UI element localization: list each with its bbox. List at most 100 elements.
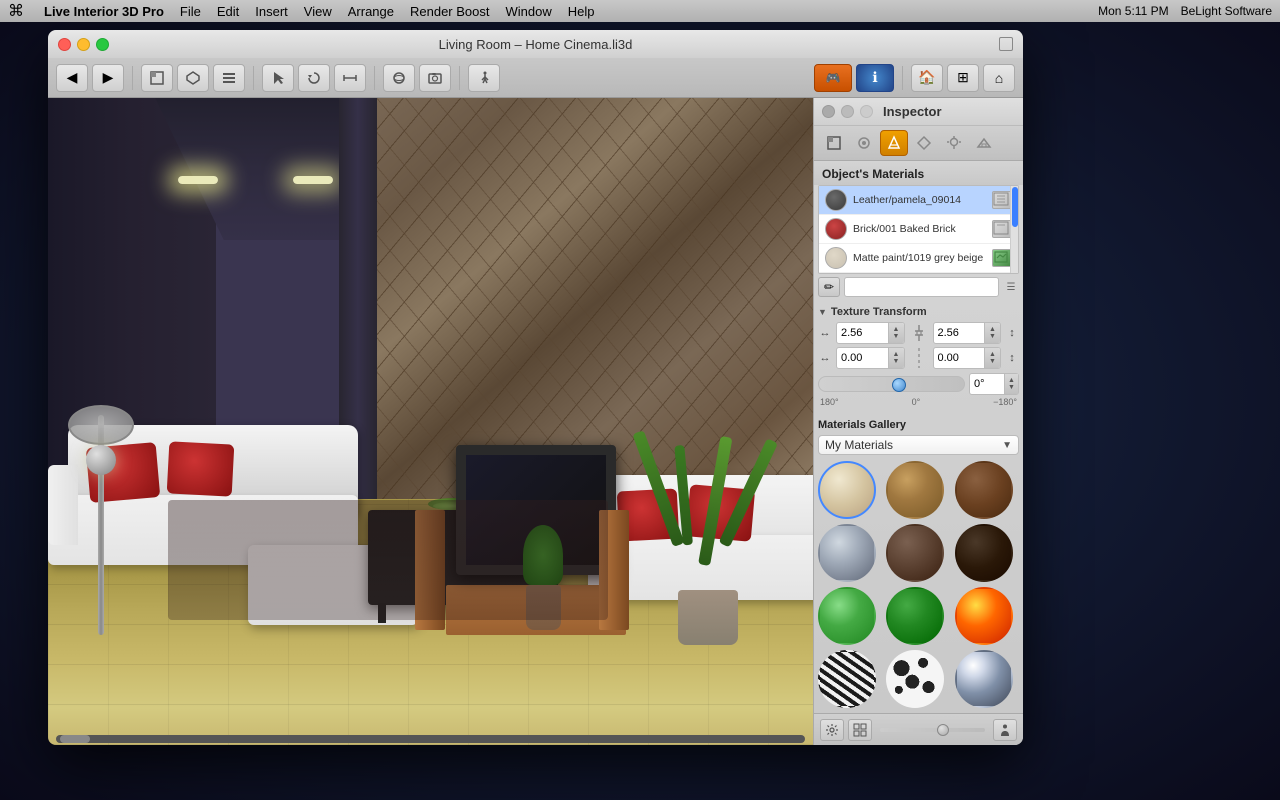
inspector-grid-btn[interactable] [848, 719, 872, 741]
window-resize-handle[interactable] [999, 37, 1013, 51]
rotation-stepper[interactable]: ▲ ▼ [1004, 374, 1018, 394]
offset-x-stepper[interactable]: ▲ ▼ [888, 348, 904, 368]
menubar-help[interactable]: Help [568, 4, 595, 19]
offset-x-input-wrap: ▲ ▼ [836, 347, 905, 369]
offset-x-input[interactable] [837, 348, 888, 368]
gallery-item-very-dark[interactable] [955, 524, 1013, 582]
texture-transform-title: Texture Transform [831, 306, 927, 318]
material-pencil-btn[interactable]: ✏ [818, 277, 840, 297]
viewport-scrollbar[interactable] [56, 735, 805, 743]
tab-object[interactable] [850, 130, 878, 156]
menubar-render-boost[interactable]: Render Boost [410, 4, 490, 19]
gallery-dropdown-label: My Materials [825, 438, 1002, 452]
toolbar-select-btn[interactable] [262, 64, 294, 92]
tab-home[interactable] [820, 130, 848, 156]
scale-x-stepper[interactable]: ▲ ▼ [888, 323, 904, 343]
tab-material[interactable] [880, 130, 908, 156]
offset-y-stepper[interactable]: ▲ ▼ [984, 348, 1000, 368]
gallery-size-thumb[interactable] [937, 724, 949, 736]
collapse-triangle-icon[interactable]: ▼ [818, 307, 827, 317]
toolbar-measure-btn[interactable] [334, 64, 366, 92]
window-minimize-button[interactable] [77, 38, 90, 51]
toolbar-forward-btn[interactable]: ▶ [92, 64, 124, 92]
scale-x-input-wrap: ▲ ▼ [836, 322, 905, 344]
tab-light[interactable] [940, 130, 968, 156]
toolbar-floor-btn[interactable]: 🏠 [911, 64, 943, 92]
menubar-window[interactable]: Window [506, 4, 552, 19]
scale-y-input[interactable] [934, 323, 985, 343]
gallery-dropdown[interactable]: My Materials ▼ [818, 435, 1019, 455]
gallery-item-dark-metal[interactable] [886, 524, 944, 582]
gallery-item-fire[interactable] [955, 587, 1013, 645]
gallery-item-metal[interactable] [818, 524, 876, 582]
menubar-file[interactable]: File [180, 4, 201, 19]
toolbar-camera-btn[interactable] [419, 64, 451, 92]
toolbar-orbit-btn[interactable] [383, 64, 415, 92]
rotation-input[interactable] [970, 374, 1004, 394]
scale-x-input[interactable] [837, 323, 888, 343]
scale-y-stepper[interactable]: ▲ ▼ [984, 323, 1000, 343]
toolbar-rotate-btn[interactable] [298, 64, 330, 92]
inspector-tl-2[interactable] [841, 105, 854, 118]
scale-y-label: ↕ [1005, 327, 1019, 339]
toolbar-fullscreen-btn[interactable]: ⌂ [983, 64, 1015, 92]
inspector-settings-btn[interactable] [820, 719, 844, 741]
offset-x-label: ↔ [818, 352, 832, 364]
texture-transform-label: ▼ Texture Transform [818, 304, 1019, 322]
gallery-item-green[interactable] [818, 587, 876, 645]
material-search-input[interactable] [844, 277, 999, 297]
material-name-1: Leather/pamela_09014 [853, 194, 986, 206]
toolbar-plan-btn[interactable] [141, 64, 173, 92]
toolbar-walkaround-btn[interactable] [468, 64, 500, 92]
toolbar-3dview-btn[interactable]: ⊞ [947, 64, 979, 92]
toolbar-info-btn[interactable]: ℹ [856, 64, 894, 92]
window-maximize-button[interactable] [96, 38, 109, 51]
inspector-person-btn[interactable] [993, 719, 1017, 741]
materials-scroll-thumb[interactable] [1012, 187, 1018, 227]
gallery-item-oak[interactable] [886, 461, 944, 519]
material-icon-3 [992, 249, 1012, 267]
apple-icon[interactable]: ⌘ [8, 1, 24, 21]
gallery-item-dalmatian[interactable] [886, 650, 944, 708]
window-close-button[interactable] [58, 38, 71, 51]
menubar-insert[interactable]: Insert [255, 4, 288, 19]
materials-scrollbar[interactable] [1010, 186, 1018, 273]
toolbar-list-btn[interactable] [213, 64, 245, 92]
material-item-1[interactable]: Leather/pamela_09014 [819, 186, 1018, 215]
gallery-item-dark-green[interactable] [886, 587, 944, 645]
menubar-app-name[interactable]: Live Interior 3D Pro [44, 4, 164, 19]
material-item-2[interactable]: Brick/001 Baked Brick [819, 215, 1018, 244]
inspector-tabs [814, 126, 1023, 161]
gallery-item-zebra[interactable] [818, 650, 876, 708]
gallery-item-chrome[interactable] [955, 650, 1013, 708]
viewport[interactable] [48, 98, 813, 745]
gallery-item-dark-wood[interactable] [955, 461, 1013, 519]
material-search-row: ✏ ☰ [818, 277, 1019, 297]
toolbar-game-btn[interactable]: 🎮 [814, 64, 852, 92]
scale-link-icon[interactable] [909, 323, 929, 343]
menu-time: Mon 5:11 PM [1098, 4, 1168, 18]
gallery-size-slider[interactable] [880, 728, 985, 732]
offset-y-down: ▼ [989, 358, 996, 365]
rotation-slider[interactable] [818, 376, 965, 392]
inspector-tl-3[interactable] [860, 105, 873, 118]
gallery-item-beige[interactable] [818, 461, 876, 519]
toolbar-back-btn[interactable]: ◀ [56, 64, 88, 92]
gallery-header: Materials Gallery [818, 417, 1019, 435]
material-item-3[interactable]: Matte paint/1019 grey beige [819, 244, 1018, 273]
menubar-edit[interactable]: Edit [217, 4, 239, 19]
material-menu-btn[interactable]: ☰ [1003, 277, 1019, 297]
main-content: Inspector [48, 98, 1023, 745]
toolbar-sep-1 [132, 66, 133, 90]
offset-y-input[interactable] [934, 348, 985, 368]
viewport-scroll-thumb[interactable] [60, 735, 90, 743]
tab-texture[interactable] [910, 130, 938, 156]
inspector-tl-1[interactable] [822, 105, 835, 118]
menubar-arrange[interactable]: Arrange [348, 4, 394, 19]
rotation-thumb[interactable] [892, 378, 906, 392]
toolbar-3d-btn[interactable] [177, 64, 209, 92]
menubar-view[interactable]: View [304, 4, 332, 19]
tab-room[interactable] [970, 130, 998, 156]
inspector-panel: Inspector [813, 98, 1023, 745]
material-swatch-1 [825, 189, 847, 211]
